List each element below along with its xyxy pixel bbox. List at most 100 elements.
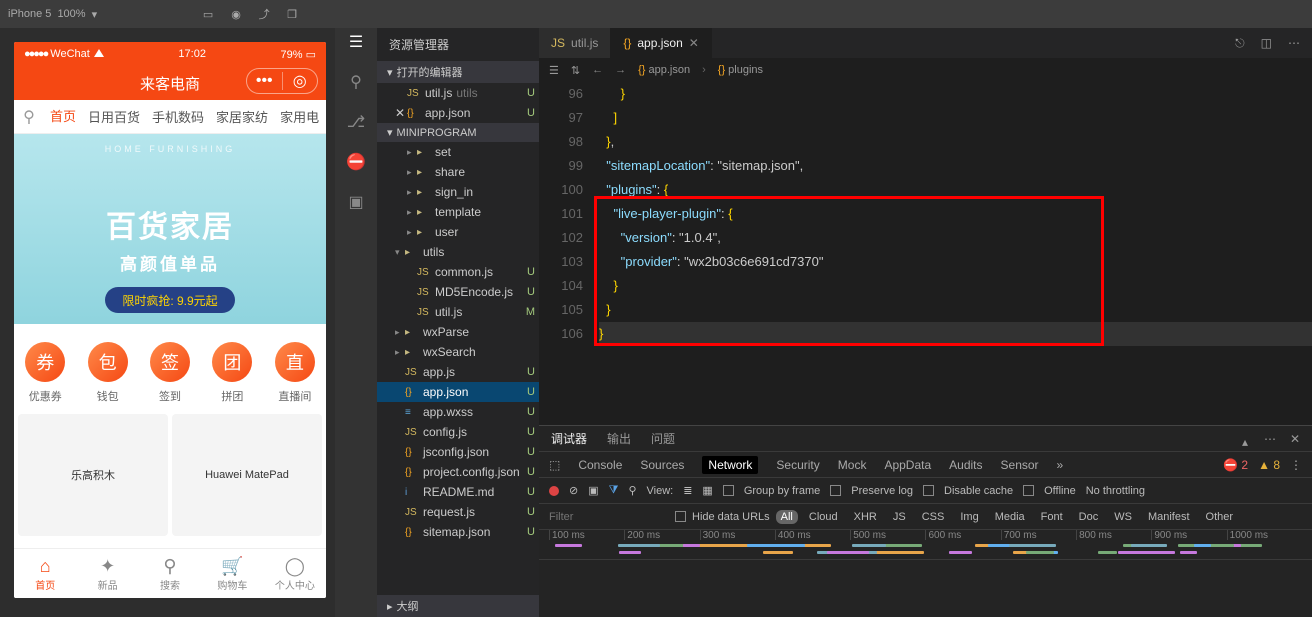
group-checkbox[interactable] bbox=[723, 485, 734, 496]
devtools-subtab[interactable]: Network bbox=[702, 456, 758, 474]
network-timeline[interactable]: 100 ms200 ms300 ms400 ms500 ms600 ms700 … bbox=[539, 530, 1312, 560]
clear-icon[interactable]: ⊘ bbox=[569, 484, 578, 497]
filter-chip[interactable]: Media bbox=[990, 510, 1030, 524]
device-icon[interactable]: ▭ bbox=[201, 7, 215, 21]
windows-icon[interactable]: ❐ bbox=[285, 7, 299, 21]
editor-tab[interactable]: JSutil.js bbox=[539, 28, 611, 58]
botnav-item[interactable]: ⌂首页 bbox=[14, 549, 76, 598]
file-item[interactable]: {}app.jsonU bbox=[377, 382, 539, 402]
filter-chip[interactable]: Img bbox=[955, 510, 983, 524]
file-item[interactable]: iREADME.mdU bbox=[377, 482, 539, 502]
file-item[interactable]: {}jsconfig.jsonU bbox=[377, 442, 539, 462]
close-icon[interactable]: ✕ bbox=[1290, 432, 1300, 446]
filter-chip[interactable]: Other bbox=[1201, 510, 1239, 524]
devtools-subtab[interactable]: Console bbox=[578, 458, 622, 472]
devtools-subtab[interactable]: AppData bbox=[884, 458, 931, 472]
devtools-tab[interactable]: 调试器 bbox=[551, 430, 587, 447]
devtools-subtab[interactable]: Mock bbox=[838, 458, 867, 472]
split-icon[interactable]: ◫ bbox=[1261, 36, 1272, 50]
crumb-path[interactable]: {} plugins bbox=[718, 64, 763, 76]
filter-chip[interactable]: JS bbox=[888, 510, 911, 524]
folder-item[interactable]: ▸▸share bbox=[377, 162, 539, 182]
open-editor-item[interactable]: JSutil.js utilsU bbox=[377, 83, 539, 103]
devtools-tab[interactable]: 问题 bbox=[651, 430, 675, 447]
file-item[interactable]: {}sitemap.jsonU bbox=[377, 522, 539, 542]
filter-chip[interactable]: WS bbox=[1109, 510, 1137, 524]
devtools-subtab[interactable]: Sources bbox=[640, 458, 684, 472]
settings-icon[interactable]: ⋮ bbox=[1290, 458, 1302, 472]
crumb-file[interactable]: {} app.json bbox=[638, 64, 690, 76]
quick-item[interactable]: 直直播间 bbox=[264, 342, 326, 404]
quick-item[interactable]: 签签到 bbox=[139, 342, 201, 404]
code-editor[interactable]: 96979899100101102103104105106 } ] }, "si… bbox=[539, 82, 1312, 425]
folder-item[interactable]: ▸▸template bbox=[377, 202, 539, 222]
file-item[interactable]: JSMD5Encode.jsU bbox=[377, 282, 539, 302]
throttle-select[interactable]: No throttling bbox=[1086, 485, 1145, 497]
open-editor-item[interactable]: ✕{}app.jsonU bbox=[377, 103, 539, 123]
filter-input[interactable] bbox=[549, 511, 669, 523]
filter-chip[interactable]: Font bbox=[1036, 510, 1068, 524]
inspect-icon[interactable]: ⬚ bbox=[549, 458, 560, 472]
view-list-icon[interactable]: ≣ bbox=[683, 484, 692, 497]
filter-chip[interactable]: XHR bbox=[849, 510, 882, 524]
outline-header[interactable]: ▸大纲 bbox=[377, 595, 539, 617]
category-tab[interactable]: 手机数码 bbox=[146, 107, 210, 126]
caret-up-icon[interactable]: ▴ bbox=[1242, 435, 1250, 443]
compare-icon[interactable]: ⇅ bbox=[571, 64, 580, 77]
scm-icon[interactable]: ⎇ bbox=[346, 112, 366, 132]
category-tab[interactable]: 家居家纺 bbox=[210, 107, 274, 126]
project-header[interactable]: ▾MINIPROGRAM bbox=[377, 123, 539, 142]
devtools-subtab[interactable]: Audits bbox=[949, 458, 982, 472]
file-item[interactable]: ≡app.wxssU bbox=[377, 402, 539, 422]
file-item[interactable]: JSrequest.jsU bbox=[377, 502, 539, 522]
toggle-icon[interactable]: ☰ bbox=[549, 64, 559, 77]
git-icon[interactable]: ⎋ bbox=[1235, 36, 1245, 51]
file-item[interactable]: {}project.config.jsonU bbox=[377, 462, 539, 482]
botnav-item[interactable]: ◯个人中心 bbox=[264, 549, 326, 598]
botnav-item[interactable]: 🛒购物车 bbox=[201, 549, 263, 598]
file-item[interactable]: JSutil.jsM bbox=[377, 302, 539, 322]
filter-chip[interactable]: All bbox=[776, 510, 798, 524]
devtools-subtab[interactable]: Sensor bbox=[1001, 458, 1039, 472]
record-icon[interactable]: ◉ bbox=[229, 7, 243, 21]
devtools-subtab[interactable]: Security bbox=[776, 458, 819, 472]
filter-chip[interactable]: CSS bbox=[917, 510, 950, 524]
share-icon[interactable]: ⤴ bbox=[257, 7, 271, 21]
ext-icon[interactable]: ▣ bbox=[346, 192, 366, 212]
view-grid-icon[interactable]: ▦ bbox=[702, 484, 712, 497]
file-item[interactable]: JScommon.jsU bbox=[377, 262, 539, 282]
search-icon[interactable]: ⚲ bbox=[628, 484, 636, 497]
editor-tab[interactable]: {}app.json✕ bbox=[611, 28, 711, 58]
more-icon[interactable]: ⋯ bbox=[1288, 36, 1300, 50]
quick-item[interactable]: 券优惠券 bbox=[14, 342, 76, 404]
nav-back[interactable]: ← bbox=[592, 64, 603, 76]
hero-banner[interactable]: HOME FURNISHING 百货家居 高颜值单品 限时疯抢: 9.9元起 bbox=[14, 134, 326, 324]
folder-item[interactable]: ▸▸set bbox=[377, 142, 539, 162]
search-icon[interactable]: ⚲ bbox=[14, 107, 44, 127]
folder-item[interactable]: ▸▸sign_in bbox=[377, 182, 539, 202]
camera-icon[interactable]: ▣ bbox=[588, 484, 598, 497]
quick-item[interactable]: 包钱包 bbox=[76, 342, 138, 404]
dots-icon[interactable]: ⋯ bbox=[1264, 432, 1276, 446]
preserve-checkbox[interactable] bbox=[830, 485, 841, 496]
device-selector[interactable]: iPhone 5100%▾ bbox=[8, 8, 97, 21]
quick-item[interactable]: 团拼团 bbox=[201, 342, 263, 404]
search-icon[interactable]: ⚲ bbox=[346, 72, 366, 92]
hide-urls-checkbox[interactable] bbox=[675, 511, 686, 522]
filter-chip[interactable]: Cloud bbox=[804, 510, 843, 524]
botnav-item[interactable]: ✦新品 bbox=[76, 549, 138, 598]
category-tab[interactable]: 家用电 bbox=[274, 107, 325, 126]
file-item[interactable]: JSapp.jsU bbox=[377, 362, 539, 382]
filter-chip[interactable]: Doc bbox=[1074, 510, 1104, 524]
nav-fwd[interactable]: → bbox=[615, 64, 626, 76]
product-card[interactable]: Huawei MatePad bbox=[172, 414, 322, 536]
product-card[interactable]: 乐高积木 bbox=[18, 414, 168, 536]
file-item[interactable]: JSconfig.jsU bbox=[377, 422, 539, 442]
record-icon[interactable] bbox=[549, 486, 559, 496]
category-tab[interactable]: 首页 bbox=[44, 106, 82, 134]
overflow-icon[interactable]: » bbox=[1057, 458, 1064, 472]
botnav-item[interactable]: ⚲搜索 bbox=[139, 549, 201, 598]
offline-checkbox[interactable] bbox=[1023, 485, 1034, 496]
disable-cache-checkbox[interactable] bbox=[923, 485, 934, 496]
open-editors-header[interactable]: ▾打开的编辑器 bbox=[377, 61, 539, 83]
